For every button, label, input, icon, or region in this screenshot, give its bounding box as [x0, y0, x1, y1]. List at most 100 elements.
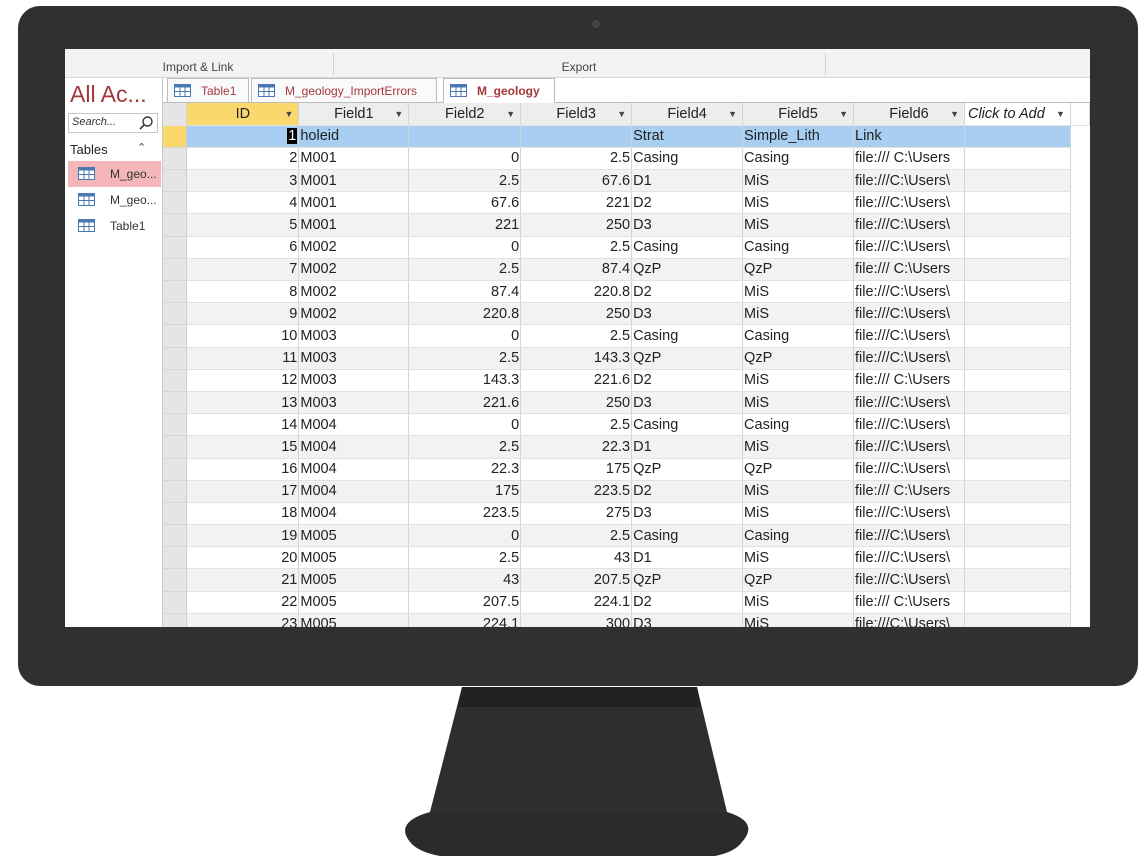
table-cell[interactable]: M001: [298, 169, 410, 193]
table-cell[interactable]: M002: [298, 236, 410, 259]
table-row[interactable]: 21 M005 43 207.5 QzP QzP file:///C:\Users\: [163, 568, 1090, 592]
table-cell-click-to-add[interactable]: [964, 324, 1071, 348]
table-cell[interactable]: 250: [520, 302, 633, 326]
table-cell[interactable]: 221: [520, 191, 633, 215]
table-cell[interactable]: M001: [298, 147, 410, 171]
table-cell[interactable]: file:///C:\Users\: [853, 169, 965, 193]
table-cell[interactable]: 207.5: [520, 568, 633, 592]
table-row[interactable]: 11 M003 2.5 143.3 QzP QzP file:///C:\Users\: [163, 347, 1090, 370]
table-cell[interactable]: 2.5: [408, 347, 522, 370]
row-selector[interactable]: [163, 613, 188, 627]
table-cell[interactable]: file:///C:\Users\: [853, 458, 965, 481]
table-cell[interactable]: 207.5: [408, 591, 522, 614]
filter-dropdown-icon[interactable]: ▼: [506, 109, 515, 119]
table-cell[interactable]: Casing: [631, 147, 744, 171]
table-cell[interactable]: MiS: [742, 191, 854, 215]
table-cell[interactable]: 9: [186, 302, 300, 326]
table-cell[interactable]: file:/// C:\Users: [853, 369, 965, 392]
filter-dropdown-icon[interactable]: ▼: [728, 109, 737, 119]
filter-dropdown-icon[interactable]: ▼: [394, 109, 403, 119]
table-row[interactable]: 10 M003 0 2.5 Casing Casing file:///C:\Users\: [163, 324, 1090, 348]
row-selector[interactable]: [163, 458, 188, 481]
table-cell[interactable]: M003: [298, 391, 410, 415]
nav-pane-title[interactable]: All Ac...: [70, 81, 147, 108]
tab-m-geology-importerrors[interactable]: M_geology_ImportErrors: [251, 78, 437, 102]
table-cell[interactable]: 3: [186, 169, 300, 193]
row-selector[interactable]: [163, 369, 188, 392]
table-cell[interactable]: 13: [186, 391, 300, 415]
collapse-chevron-icon[interactable]: ⌃: [137, 141, 146, 154]
table-row[interactable]: 17 M004 175 223.5 D2 MiS file:/// C:\Users: [163, 480, 1090, 503]
table-cell[interactable]: D3: [631, 613, 744, 627]
table-cell[interactable]: Simple_Lith: [742, 125, 854, 148]
table-cell[interactable]: [520, 125, 633, 148]
table-cell[interactable]: file:/// C:\Users: [853, 147, 965, 171]
table-cell[interactable]: M002: [298, 258, 410, 282]
row-selector[interactable]: [163, 524, 188, 548]
table-cell[interactable]: D1: [631, 169, 744, 193]
table-cell[interactable]: 2.5: [408, 169, 522, 193]
table-cell[interactable]: 67.6: [408, 191, 522, 215]
table-cell[interactable]: M004: [298, 435, 410, 459]
table-cell[interactable]: 11: [186, 347, 300, 370]
table-row[interactable]: 16 M004 22.3 175 QzP QzP file:///C:\Users\: [163, 458, 1090, 481]
table-cell[interactable]: 175: [520, 458, 633, 481]
column-header-id[interactable]: ID ▼: [186, 103, 300, 126]
table-cell[interactable]: 2.5: [520, 236, 633, 259]
table-cell[interactable]: [408, 125, 522, 148]
row-selector[interactable]: [163, 480, 188, 503]
row-selector[interactable]: [163, 546, 188, 570]
table-cell-click-to-add[interactable]: [964, 369, 1071, 392]
table-cell[interactable]: 23: [186, 613, 300, 627]
table-cell[interactable]: 16: [186, 458, 300, 481]
table-row[interactable]: 20 M005 2.5 43 D1 MiS file:///C:\Users\: [163, 546, 1090, 570]
table-cell[interactable]: file:/// C:\Users: [853, 591, 965, 614]
table-row[interactable]: 12 M003 143.3 221.6 D2 MiS file:/// C:\Users: [163, 369, 1090, 392]
table-cell[interactable]: M005: [298, 568, 410, 592]
table-cell[interactable]: 1: [186, 125, 300, 148]
column-header-field5[interactable]: Field5 ▼: [742, 103, 854, 126]
table-cell[interactable]: MiS: [742, 391, 854, 415]
table-cell-click-to-add[interactable]: [964, 147, 1071, 171]
table-cell-click-to-add[interactable]: [964, 435, 1071, 459]
table-cell[interactable]: QzP: [631, 347, 744, 370]
row-selector[interactable]: [163, 413, 188, 437]
table-cell[interactable]: 0: [408, 236, 522, 259]
table-cell[interactable]: 221.6: [408, 391, 522, 415]
column-header-field1[interactable]: Field1 ▼: [298, 103, 410, 126]
table-cell[interactable]: D1: [631, 435, 744, 459]
table-cell[interactable]: file:/// C:\Users: [853, 480, 965, 503]
table-cell[interactable]: file:///C:\Users\: [853, 435, 965, 459]
table-cell-click-to-add[interactable]: [964, 546, 1071, 570]
table-cell[interactable]: 7: [186, 258, 300, 282]
table-cell[interactable]: 221.6: [520, 369, 633, 392]
column-header-field4[interactable]: Field4 ▼: [631, 103, 744, 126]
table-row[interactable]: 7 M002 2.5 87.4 QzP QzP file:/// C:\Users: [163, 258, 1090, 282]
nav-search-input[interactable]: Search...: [72, 116, 116, 128]
table-cell[interactable]: 6: [186, 236, 300, 259]
table-cell[interactable]: D2: [631, 280, 744, 304]
table-cell[interactable]: 2.5: [408, 258, 522, 282]
column-header-field3[interactable]: Field3 ▼: [520, 103, 633, 126]
table-cell[interactable]: 5: [186, 213, 300, 237]
table-cell[interactable]: MiS: [742, 302, 854, 326]
row-selector[interactable]: [163, 502, 188, 526]
row-selector[interactable]: [163, 435, 188, 459]
search-icon[interactable]: [138, 115, 154, 131]
filter-dropdown-icon[interactable]: ▼: [617, 109, 626, 119]
tab-table1[interactable]: Table1: [167, 78, 249, 102]
table-cell[interactable]: file:///C:\Users\: [853, 302, 965, 326]
table-cell[interactable]: 0: [408, 524, 522, 548]
table-cell[interactable]: 250: [520, 391, 633, 415]
table-cell-click-to-add[interactable]: [964, 524, 1071, 548]
table-cell[interactable]: D3: [631, 213, 744, 237]
table-cell[interactable]: M001: [298, 191, 410, 215]
table-cell[interactable]: 0: [408, 324, 522, 348]
filter-dropdown-icon[interactable]: ▼: [839, 109, 848, 119]
table-cell[interactable]: MiS: [742, 591, 854, 614]
table-cell[interactable]: D2: [631, 369, 744, 392]
table-cell[interactable]: M002: [298, 302, 410, 326]
table-cell[interactable]: 175: [408, 480, 522, 503]
row-selector[interactable]: [163, 591, 188, 614]
table-row[interactable]: 5 M001 221 250 D3 MiS file:///C:\Users\: [163, 213, 1090, 237]
